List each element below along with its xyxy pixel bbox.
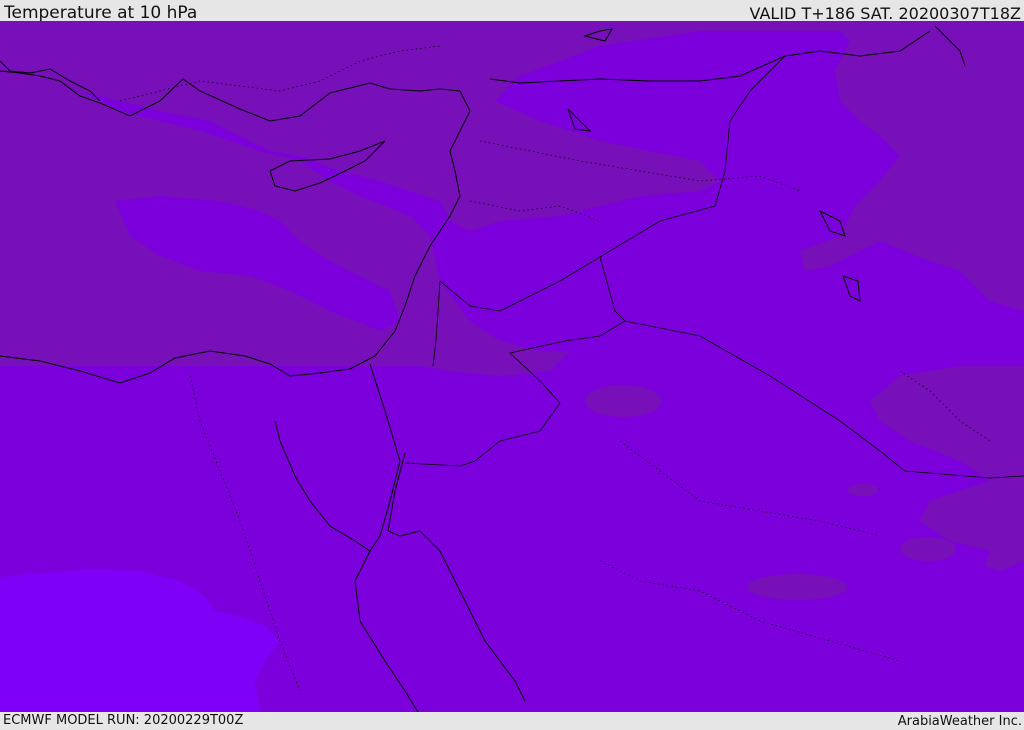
model-run: ECMWF MODEL RUN: 20200229T00Z	[3, 713, 244, 728]
temperature-patch-3	[900, 537, 956, 561]
footer-bar: ECMWF MODEL RUN: 20200229T00Z ArabiaWeat…	[0, 712, 1024, 729]
temperature-map[interactable]	[0, 21, 1024, 712]
map-canvas	[0, 21, 1024, 712]
credit: ArabiaWeather Inc.	[897, 714, 1022, 729]
header-bar: Temperature at 10 hPa VALID T+186 SAT. 2…	[0, 0, 1024, 23]
temperature-patch-2	[747, 574, 847, 600]
temperature-patch-1	[585, 385, 661, 417]
temperature-patch-4	[848, 484, 878, 496]
